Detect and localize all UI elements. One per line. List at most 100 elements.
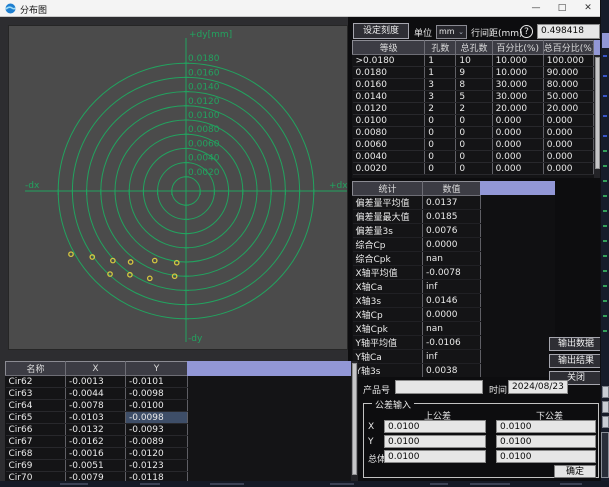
table-cell[interactable]: -0.0013 [66, 376, 126, 388]
table-cell[interactable]: 0.000 [492, 139, 543, 151]
table-cell[interactable]: 90.000 [543, 67, 593, 79]
table-cell[interactable]: 偏差量3s [353, 224, 423, 238]
table-cell[interactable]: 综合Cpk [353, 252, 423, 266]
table-cell[interactable]: 20.000 [492, 103, 543, 115]
table-cell[interactable]: nan [423, 252, 481, 266]
table-cell[interactable]: 0.000 [543, 163, 593, 175]
table-cell[interactable]: -0.0098 [126, 412, 188, 424]
table-cell[interactable]: 0.000 [543, 151, 593, 163]
table-cell[interactable]: 0 [456, 151, 492, 163]
table-cell[interactable]: -0.0078 [66, 400, 126, 412]
table-row[interactable]: X轴Cainf [353, 280, 481, 294]
table-cell[interactable]: 0.0140 [353, 91, 425, 103]
help-icon[interactable]: ? [520, 25, 533, 38]
column-header[interactable]: X [66, 362, 126, 376]
table-cell[interactable]: 8 [456, 79, 492, 91]
window-titlebar[interactable]: 分布图 — □ ✕ [0, 0, 601, 17]
table-cell[interactable]: >0.0180 [353, 55, 425, 67]
table-row[interactable]: Cir68-0.0016-0.0120 [6, 448, 188, 460]
row-spacing-input[interactable]: 0.498418 [537, 24, 600, 39]
table-cell[interactable]: 0 [456, 127, 492, 139]
table-row[interactable]: 0.0080000.0000.000 [353, 127, 594, 139]
table-cell[interactable]: -0.0016 [66, 448, 126, 460]
table-cell[interactable]: 0.000 [492, 115, 543, 127]
table-row[interactable]: Cir62-0.0013-0.0101 [6, 376, 188, 388]
table-cell[interactable]: 0 [456, 115, 492, 127]
column-header[interactable]: 统计 [353, 182, 423, 196]
table-cell[interactable]: 0.000 [543, 127, 593, 139]
table-row[interactable]: 0.0040000.0000.000 [353, 151, 594, 163]
table-cell[interactable]: Cir63 [6, 388, 66, 400]
table-cell[interactable]: 0 [425, 163, 456, 175]
table-cell[interactable]: 0.0137 [423, 196, 481, 210]
table-cell[interactable]: X轴Ca [353, 280, 423, 294]
table-cell[interactable]: 5 [456, 91, 492, 103]
table-row[interactable]: X轴Cpknan [353, 322, 481, 336]
table-cell[interactable]: 0.000 [543, 115, 593, 127]
table-cell[interactable]: 偏差量最大值 [353, 210, 423, 224]
tol-total-lower-input[interactable]: 0.0100 [496, 450, 596, 463]
table-cell[interactable]: 0.0060 [353, 139, 425, 151]
table-cell[interactable]: inf [423, 350, 481, 364]
table-row[interactable]: Y轴3s0.0038 [353, 364, 481, 378]
table-cell[interactable]: nan [423, 322, 481, 336]
table-cell[interactable]: 0.0000 [423, 238, 481, 252]
table-cell[interactable]: -0.0118 [126, 472, 188, 482]
tol-total-upper-input[interactable]: 0.0100 [384, 450, 486, 463]
table-row[interactable]: Cir66-0.0132-0.0093 [6, 424, 188, 436]
table-row[interactable]: Cir64-0.0078-0.0100 [6, 400, 188, 412]
table-cell[interactable]: 0.0038 [423, 364, 481, 378]
table-cell[interactable]: 10 [456, 55, 492, 67]
table-row[interactable]: X轴平均值-0.0078 [353, 266, 481, 280]
table-cell[interactable]: X轴Cpk [353, 322, 423, 336]
table-cell[interactable]: 0 [456, 163, 492, 175]
table-cell[interactable]: 20.000 [543, 103, 593, 115]
table-row[interactable]: X轴Cp0.0000 [353, 308, 481, 322]
table-row[interactable]: 0.01801910.00090.000 [353, 67, 594, 79]
table-row[interactable]: Cir69-0.0051-0.0123 [6, 460, 188, 472]
column-header[interactable]: 总百分比(%) [543, 41, 593, 55]
set-scale-button[interactable]: 设定刻度 [353, 23, 409, 39]
table-cell[interactable]: -0.0100 [126, 400, 188, 412]
table-cell[interactable]: 0 [425, 151, 456, 163]
table-cell[interactable]: 3 [425, 91, 456, 103]
table-row[interactable]: 0.0060000.0000.000 [353, 139, 594, 151]
table-cell[interactable]: 10.000 [492, 67, 543, 79]
table-cell[interactable]: 0.0020 [353, 163, 425, 175]
minimize-button[interactable]: — [523, 0, 549, 17]
table-cell[interactable]: 0.0040 [353, 151, 425, 163]
table-row[interactable]: 综合Cpknan [353, 252, 481, 266]
table-row[interactable]: Cir63-0.0044-0.0098 [6, 388, 188, 400]
product-no-input[interactable] [395, 380, 483, 394]
table-cell[interactable]: 0.000 [492, 151, 543, 163]
table-cell[interactable]: Cir68 [6, 448, 66, 460]
grade-table-scrollbar[interactable] [594, 55, 601, 178]
table-row[interactable]: X轴3s0.0146 [353, 294, 481, 308]
table-row[interactable]: Cir70-0.0079-0.0118 [6, 472, 188, 482]
table-cell[interactable]: -0.0079 [66, 472, 126, 482]
table-cell[interactable]: 0 [425, 127, 456, 139]
table-cell[interactable]: Cir70 [6, 472, 66, 482]
table-row[interactable]: 0.01202220.00020.000 [353, 103, 594, 115]
table-cell[interactable]: 0.0076 [423, 224, 481, 238]
export-data-button[interactable]: 输出数据 [549, 337, 601, 351]
table-cell[interactable]: 偏差量平均值 [353, 196, 423, 210]
table-row[interactable]: Y轴Cainf [353, 350, 481, 364]
maximize-button[interactable]: □ [549, 0, 575, 17]
table-cell[interactable]: 0.0080 [353, 127, 425, 139]
table-cell[interactable]: -0.0162 [66, 436, 126, 448]
tol-y-upper-input[interactable]: 0.0100 [384, 435, 486, 448]
table-cell[interactable]: -0.0120 [126, 448, 188, 460]
table-cell[interactable]: -0.0078 [423, 266, 481, 280]
table-row[interactable]: 偏差量平均值0.0137 [353, 196, 481, 210]
table-cell[interactable]: X轴3s [353, 294, 423, 308]
table-cell[interactable]: inf [423, 280, 481, 294]
table-cell[interactable]: -0.0089 [126, 436, 188, 448]
table-cell[interactable]: X轴平均值 [353, 266, 423, 280]
table-cell[interactable]: 50.000 [543, 91, 593, 103]
export-result-button[interactable]: 输出结果 [549, 354, 601, 368]
column-header[interactable]: Y [126, 362, 188, 376]
table-cell[interactable]: 0.0146 [423, 294, 481, 308]
table-cell[interactable]: 1 [425, 55, 456, 67]
table-cell[interactable]: 0 [456, 139, 492, 151]
